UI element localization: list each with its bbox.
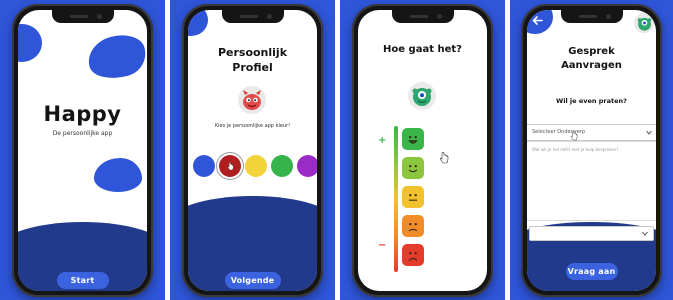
conversation-title-line2: Aanvragen	[561, 60, 622, 71]
color-swatch[interactable]	[297, 155, 317, 177]
start-button[interactable]: Start	[56, 272, 109, 289]
app-name: Happy	[43, 102, 122, 126]
panel-welcome: Happy De persoonlijke app Start	[0, 0, 165, 300]
color-instruction: Kies je persoonlijke app kleur!	[214, 123, 291, 129]
profile-title-line1: Persoonlijk	[217, 46, 288, 59]
conversation-screen: Gesprek Aanvragen Wil je even praten? Se…	[527, 10, 656, 291]
color-swatch[interactable]	[271, 155, 293, 177]
arrow-left-icon[interactable]	[532, 16, 543, 25]
panel-conversation: Gesprek Aanvragen Wil je even praten? Se…	[510, 0, 673, 300]
monster-icon	[412, 88, 432, 106]
phone-notch	[51, 10, 114, 23]
conversation-title-line1: Gesprek	[568, 46, 615, 57]
face-icon	[408, 194, 418, 201]
subject-select[interactable]: Selecteer Onderwerp	[527, 124, 656, 141]
face-icon	[408, 165, 418, 173]
message-textarea[interactable]: Wat wil je het liefst met je hulp bespre…	[527, 141, 656, 221]
decor-blob-top-right	[83, 29, 147, 85]
panel-profile: Persoonlijk Profiel Kies je persoonlijke…	[170, 0, 335, 300]
phone-notch	[391, 10, 454, 23]
phone-frame: Persoonlijk Profiel Kies je persoonlijke…	[182, 4, 323, 297]
plus-label: +	[378, 135, 387, 146]
monster-icon	[637, 17, 651, 31]
mood-scale-bar	[394, 126, 398, 272]
phone-frame: Hoe gaat het? + −	[352, 4, 493, 297]
color-swatch[interactable]	[219, 155, 241, 177]
message-placeholder: Wat wil je het liefst met je hulp bespre…	[532, 147, 619, 152]
mood-face-neutral[interactable]	[402, 186, 424, 208]
mood-face-very-sad[interactable]	[402, 244, 424, 266]
panel-mood: Hoe gaat het? + −	[340, 0, 505, 300]
profile-screen: Persoonlijk Profiel Kies je persoonlijke…	[188, 10, 317, 291]
face-icon	[408, 223, 418, 232]
minus-label: −	[378, 240, 387, 251]
next-button[interactable]: Volgende	[224, 272, 281, 289]
cursor-icon	[570, 131, 578, 141]
face-icon	[408, 252, 418, 261]
conversation-question: Wil je even praten?	[556, 97, 627, 105]
monster-avatar[interactable]	[634, 13, 654, 33]
mood-face-very-happy[interactable]	[402, 128, 424, 150]
decor-blob-corner	[188, 10, 208, 36]
profile-title-line2: Profiel	[232, 61, 273, 74]
phone-frame: Gesprek Aanvragen Wil je even praten? Se…	[521, 4, 662, 297]
color-swatch[interactable]	[245, 155, 267, 177]
secondary-select[interactable]	[529, 226, 654, 241]
mood-face-happy[interactable]	[402, 157, 424, 179]
monster-icon	[243, 90, 261, 110]
phone-frame: Happy De persoonlijke app Start	[12, 4, 153, 297]
chevron-down-icon	[646, 130, 652, 135]
decor-blob-middle-right	[94, 158, 142, 192]
app-tagline: De persoonlijke app	[52, 130, 113, 137]
mood-question: Hoe gaat het?	[383, 44, 462, 55]
face-icon	[408, 136, 418, 144]
request-button[interactable]: Vraag aan	[565, 263, 618, 280]
chevron-down-icon	[642, 231, 648, 236]
monster-avatar	[408, 82, 436, 110]
cursor-icon	[440, 152, 449, 164]
welcome-screen: Happy De persoonlijke app Start	[18, 10, 147, 291]
cursor-icon	[227, 162, 234, 171]
mood-face-sad[interactable]	[402, 215, 424, 237]
monster-avatar	[238, 86, 266, 114]
color-swatch[interactable]	[193, 155, 215, 177]
phone-notch	[221, 10, 284, 23]
decor-blob-top-left	[18, 24, 42, 62]
phone-notch	[560, 10, 623, 23]
mood-screen: Hoe gaat het? + −	[358, 10, 487, 291]
